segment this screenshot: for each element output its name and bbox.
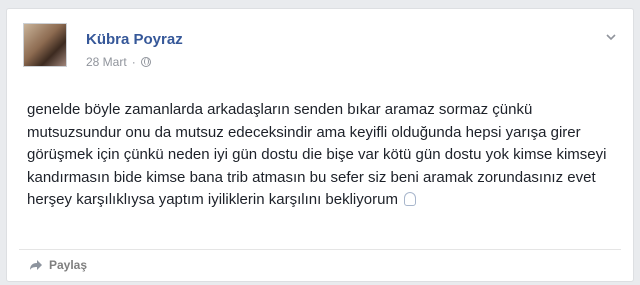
globe-icon[interactable] <box>140 57 151 67</box>
post-meta: 28 Mart · <box>86 55 151 69</box>
divider <box>19 249 621 250</box>
author-name[interactable]: Kübra Poyraz <box>86 31 183 48</box>
post-card: Kübra Poyraz 28 Mart · genelde böyle zam… <box>6 8 634 282</box>
emoticon-icon <box>403 192 416 206</box>
chevron-down-icon[interactable] <box>605 31 617 43</box>
post-body: genelde böyle zamanlarda arkadaşların se… <box>27 101 607 208</box>
post-date[interactable]: 28 Mart <box>86 55 127 69</box>
share-arrow-icon <box>30 260 42 270</box>
meta-separator: · <box>131 55 136 69</box>
post-text: genelde böyle zamanlarda arkadaşların se… <box>27 99 623 212</box>
share-button[interactable]: Paylaş <box>29 258 87 272</box>
share-label: Paylaş <box>49 258 88 272</box>
avatar[interactable] <box>23 23 67 67</box>
